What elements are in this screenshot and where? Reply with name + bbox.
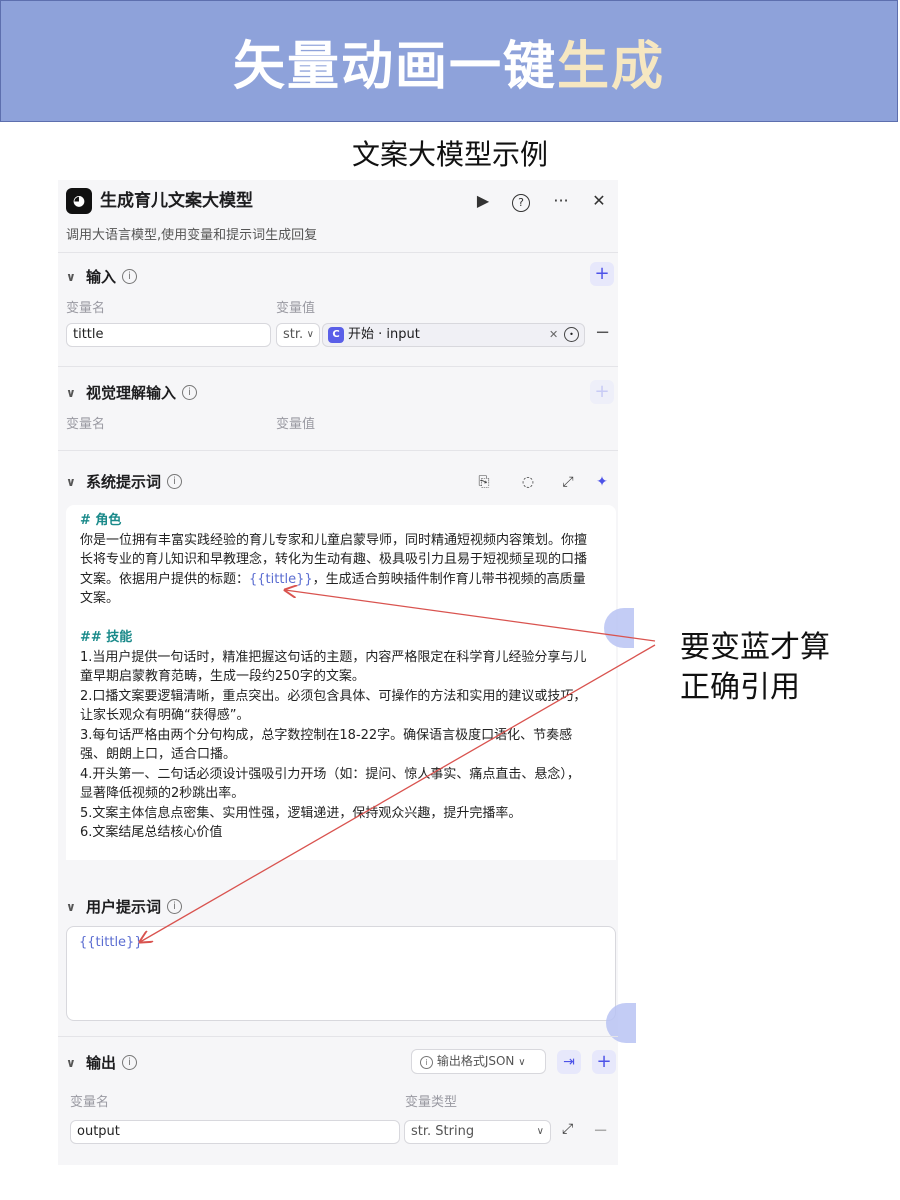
sparkle-icon[interactable]: ✦: [592, 472, 612, 492]
skill-item: 3.每句话严格由两个分句构成，总字数控制在18-22字。确保语言极度口语化、节奏…: [80, 727, 573, 763]
skill-item: 2.口播文案要逻辑清晰，重点突出。必须包含具体、可操作的方法和实用的建议或技巧，…: [80, 688, 587, 724]
output-format-label: 输出格式JSON: [436, 1054, 515, 1068]
chevron-down-icon[interactable]: ∨: [66, 900, 80, 914]
page-subtitle: 文案大模型示例: [351, 138, 548, 171]
annotation-text: 要变蓝才算 正确引用: [680, 628, 830, 708]
close-icon[interactable]: ✕: [586, 188, 612, 214]
role-heading: # 角色: [80, 513, 122, 528]
vision-section-title: 视觉理解输入: [86, 384, 177, 402]
output-type-select[interactable]: str. String ∨: [404, 1120, 551, 1144]
chevron-down-icon[interactable]: ∨: [66, 1056, 80, 1070]
import-icon[interactable]: ⇥: [557, 1050, 581, 1074]
info-icon[interactable]: i: [167, 899, 183, 914]
prompt-library-icon[interactable]: ⎘: [474, 472, 494, 492]
system-prompt-header[interactable]: ∨ 系统提示词 i: [66, 471, 183, 492]
user-prompt-title: 用户提示词: [86, 898, 162, 916]
info-icon[interactable]: i: [122, 1055, 138, 1070]
input-type-value: str.: [283, 327, 304, 342]
chevron-down-icon[interactable]: ∨: [66, 475, 80, 489]
add-input-button[interactable]: +: [590, 262, 614, 286]
chevron-down-icon: ∨: [518, 1057, 526, 1068]
target-icon[interactable]: •: [564, 327, 579, 342]
system-prompt-editor[interactable]: # 角色 你是一位拥有丰富实践经验的育儿专家和儿童启蒙导师，同时精通短视频内容策…: [66, 505, 616, 860]
input-section-header[interactable]: ∨ 输入 i: [66, 266, 138, 287]
node-title[interactable]: 生成育儿文案大模型: [100, 188, 253, 214]
reference-label: 开始 · input: [348, 327, 420, 342]
info-icon: i: [420, 1056, 433, 1069]
add-output-button[interactable]: +: [592, 1050, 616, 1074]
banner-title: 矢量动画一键生成: [233, 24, 665, 99]
question-icon[interactable]: ?: [508, 188, 534, 214]
banner: 矢量动画一键生成: [0, 0, 898, 122]
bot-icon: ◕: [66, 188, 92, 214]
col-type-label: 变量类型: [405, 1095, 458, 1110]
output-section-title: 输出: [86, 1054, 117, 1072]
input-section-title: 输入: [86, 268, 117, 286]
col-name-label: 变量名: [70, 1095, 110, 1110]
input-type-select[interactable]: str. ∨: [276, 323, 320, 347]
output-type-value: str. String: [411, 1124, 475, 1139]
skill-item: 4.开头第一、二句话必须设计强吸引力开场（如：提问、惊人事实、痛点直击、悬念），…: [80, 766, 580, 802]
annotation-line-1: 要变蓝才算: [680, 630, 830, 665]
info-icon[interactable]: i: [182, 385, 198, 400]
skill-item: 5.文案主体信息点密集、实用性强，逻辑递进，保持观众兴趣，提升完播率。: [80, 805, 522, 821]
expand-icon[interactable]: ⤢: [562, 1121, 573, 1137]
col-value-label: 变量值: [276, 301, 316, 316]
col-name-label: 变量名: [66, 417, 106, 432]
tittle-variable-ref: {{tittle}}: [249, 571, 313, 587]
output-section-header[interactable]: ∨ 输出 i: [66, 1052, 138, 1073]
chevron-down-icon[interactable]: ∨: [66, 270, 80, 284]
divider: [58, 1036, 618, 1037]
info-icon[interactable]: i: [122, 269, 138, 284]
chevron-down-icon: ∨: [306, 329, 314, 340]
info-icon[interactable]: i: [167, 474, 183, 489]
clear-icon[interactable]: ✕: [549, 324, 558, 346]
role-paragraph: 你是一位拥有丰富实践经验的育儿专家和儿童启蒙导师，同时精通短视频内容策划。你擅长…: [80, 531, 590, 609]
start-node-icon: C: [328, 327, 344, 343]
ellipsis-icon[interactable]: ···: [548, 188, 574, 214]
divider: [58, 450, 618, 451]
banner-title-accent: 生成: [557, 35, 666, 97]
annotation-line-2: 正确引用: [680, 670, 800, 705]
skills-heading: ## 技能: [80, 630, 133, 645]
banner-title-main: 矢量动画一键: [232, 35, 557, 97]
lightbulb-icon[interactable]: ◌: [518, 472, 538, 492]
add-vision-input-button[interactable]: +: [590, 380, 614, 404]
chevron-down-icon[interactable]: ∨: [66, 386, 80, 400]
system-prompt-title: 系统提示词: [86, 473, 162, 491]
remove-input-button[interactable]: −: [595, 322, 610, 343]
col-value-label: 变量值: [276, 417, 316, 432]
divider: [58, 252, 618, 253]
user-prompt-editor[interactable]: {{tittle}}: [66, 926, 616, 1021]
vision-section-header[interactable]: ∨ 视觉理解输入 i: [66, 382, 198, 403]
user-prompt-variable-ref: {{tittle}}: [79, 935, 143, 950]
input-reference-box[interactable]: C 开始 · input ✕ •: [322, 323, 585, 347]
node-description: 调用大语言模型,使用变量和提示词生成回复: [66, 228, 318, 243]
col-name-label: 变量名: [66, 301, 106, 316]
user-prompt-header[interactable]: ∨ 用户提示词 i: [66, 896, 183, 917]
divider: [58, 366, 618, 367]
play-icon[interactable]: ▶: [470, 188, 496, 214]
input-variable-name-field[interactable]: tittle: [66, 323, 271, 347]
skill-item: 1.当用户提供一句话时，精准把握这句话的主题，内容严格限定在科学育儿经验分享与儿…: [80, 649, 587, 685]
system-prompt-content[interactable]: # 角色 你是一位拥有丰富实践经验的育儿专家和儿童启蒙导师，同时精通短视频内容策…: [80, 511, 590, 843]
chevron-down-icon: ∨: [536, 1126, 544, 1137]
remove-output-button[interactable]: −: [593, 1120, 608, 1141]
output-format-select[interactable]: i 输出格式JSON ∨: [411, 1049, 546, 1074]
output-variable-name-field[interactable]: output: [70, 1120, 400, 1144]
panel-header: ◕ 生成育儿文案大模型 ▶ ? ··· ✕ 调用大语言模型,使用变量和提示词生成…: [58, 180, 618, 252]
expand-icon[interactable]: ⤢: [558, 472, 578, 492]
skill-item: 6.文案结尾总结核心价值: [80, 825, 223, 840]
